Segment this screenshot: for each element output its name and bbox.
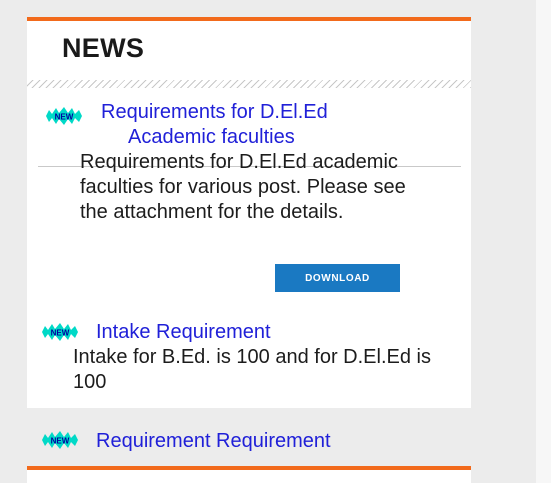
new-badge-label: NEW bbox=[51, 437, 70, 446]
dotted-divider bbox=[27, 80, 471, 88]
news-item-1-description: Requirements for D.El.Ed academic facult… bbox=[80, 151, 406, 223]
new-badge-label: NEW bbox=[51, 329, 70, 338]
news-item-1-title-line1: Requirements for D.El.Ed bbox=[101, 101, 328, 123]
new-badge-icon: NEW bbox=[42, 323, 78, 341]
news-item-1-title-line2: Academic faculties bbox=[128, 126, 295, 148]
news-item-1-link[interactable]: Requirements for D.El.Ed Academic facult… bbox=[101, 100, 431, 150]
news-item-2-link[interactable]: Intake Requirement bbox=[96, 320, 271, 345]
news-item-2-description: Intake for B.Ed. is 100 and for D.El.Ed … bbox=[73, 346, 431, 393]
next-panel bbox=[27, 466, 471, 483]
download-button[interactable]: DOWNLOAD bbox=[275, 264, 400, 292]
new-badge-icon: NEW bbox=[46, 107, 82, 125]
news-panel: NEWS NEW Requirements for D.El.Ed Academ… bbox=[27, 17, 471, 408]
new-badge-label: NEW bbox=[55, 113, 74, 122]
news-item-3-link[interactable]: Requirement Requirement bbox=[96, 429, 331, 454]
news-item-3: NEW Requirement Requirement bbox=[27, 426, 471, 468]
right-edge-strip bbox=[536, 0, 551, 483]
news-panel-title: NEWS bbox=[62, 33, 145, 63]
new-badge-icon: NEW bbox=[42, 431, 78, 449]
